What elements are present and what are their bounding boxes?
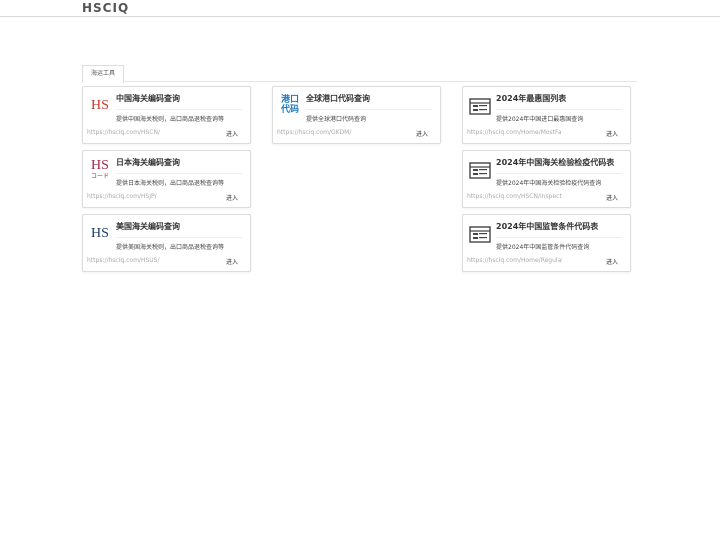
hs-jp-icon: HS コード: [90, 158, 109, 181]
enter-link[interactable]: 进入: [606, 257, 618, 266]
card-title: 2024年最惠国列表: [496, 93, 622, 110]
card-url[interactable]: https://hsciq.com/HSCN/: [87, 129, 182, 136]
card-japan-hs[interactable]: HS コード 日本海关编码查询 提供日本海关税则，出口商品退税查询等 https…: [82, 150, 251, 208]
browser-window-icon: [469, 95, 491, 117]
card-desc: 提供中国海关税则，出口商品退税查询等: [116, 116, 225, 123]
card-title: 2024年中国监管条件代码表: [496, 221, 622, 238]
browser-window-icon: [469, 223, 491, 245]
card-regulatory-codes[interactable]: 2024年中国监管条件代码表 提供2024年中国监管条件代码查询 https:/…: [462, 214, 631, 272]
tab-bar: 海运工具: [82, 65, 637, 83]
enter-link[interactable]: 进入: [606, 129, 618, 138]
card-desc: 提供2024年中国监管条件代码查询: [496, 244, 590, 251]
card-url[interactable]: https://hsciq.com/HSCN/Inspect: [467, 193, 562, 200]
hs-cn-icon: HS: [91, 98, 109, 113]
enter-link[interactable]: 进入: [226, 257, 238, 266]
card-port-codes[interactable]: 港口 代码 全球港口代码查询 提供全球港口代码查询 https://hsciq.…: [272, 86, 441, 144]
card-title: 全球港口代码查询: [306, 93, 432, 110]
card-us-hs[interactable]: HS 美国海关编码查询 提供美国海关税则，出口商品退税查询等 https://h…: [82, 214, 251, 272]
card-url[interactable]: https://hsciq.com/GKDM/: [277, 129, 372, 136]
enter-link[interactable]: 进入: [226, 129, 238, 138]
card-desc: 提供全球港口代码查询: [306, 116, 367, 123]
enter-link[interactable]: 进入: [416, 129, 428, 138]
port-code-icon: 港口 代码: [280, 95, 299, 115]
site-logo[interactable]: HSCIQ: [82, 1, 129, 15]
card-inspection-codes[interactable]: 2024年中国海关检验检疫代码表 提供2024年中国海关检验检疫代码查询 htt…: [462, 150, 631, 208]
top-bar: HSCIQ: [0, 0, 720, 17]
card-url[interactable]: https://hsciq.com/Home/MostFavo...: [467, 129, 562, 136]
tab-shipping-tools[interactable]: 海运工具: [82, 65, 125, 83]
hs-us-icon: HS: [91, 226, 109, 241]
card-desc: 提供美国海关税则，出口商品退税查询等: [116, 244, 225, 251]
card-title: 中国海关编码查询: [116, 93, 242, 110]
card-desc: 提供日本海关税则，出口商品退税查询等: [116, 180, 225, 187]
card-url[interactable]: https://hsciq.com/HSJP/: [87, 193, 182, 200]
card-desc: 提供2024年中国海关检验检疫代码查询: [496, 180, 602, 187]
enter-link[interactable]: 进入: [606, 193, 618, 202]
enter-link[interactable]: 进入: [226, 193, 238, 202]
browser-window-icon: [469, 159, 491, 181]
card-mfn-list[interactable]: 2024年最惠国列表 提供2024年中国进口最惠国查询 https://hsci…: [462, 86, 631, 144]
card-url[interactable]: https://hsciq.com/Home/Regulatory: [467, 257, 562, 264]
card-title: 美国海关编码查询: [116, 221, 242, 238]
card-desc: 提供2024年中国进口最惠国查询: [496, 116, 584, 123]
card-china-hs[interactable]: HS 中国海关编码查询 提供中国海关税则，出口商品退税查询等 https://h…: [82, 86, 251, 144]
card-url[interactable]: https://hsciq.com/HSUS/: [87, 257, 182, 264]
card-title: 2024年中国海关检验检疫代码表: [496, 157, 622, 174]
card-title: 日本海关编码查询: [116, 157, 242, 174]
